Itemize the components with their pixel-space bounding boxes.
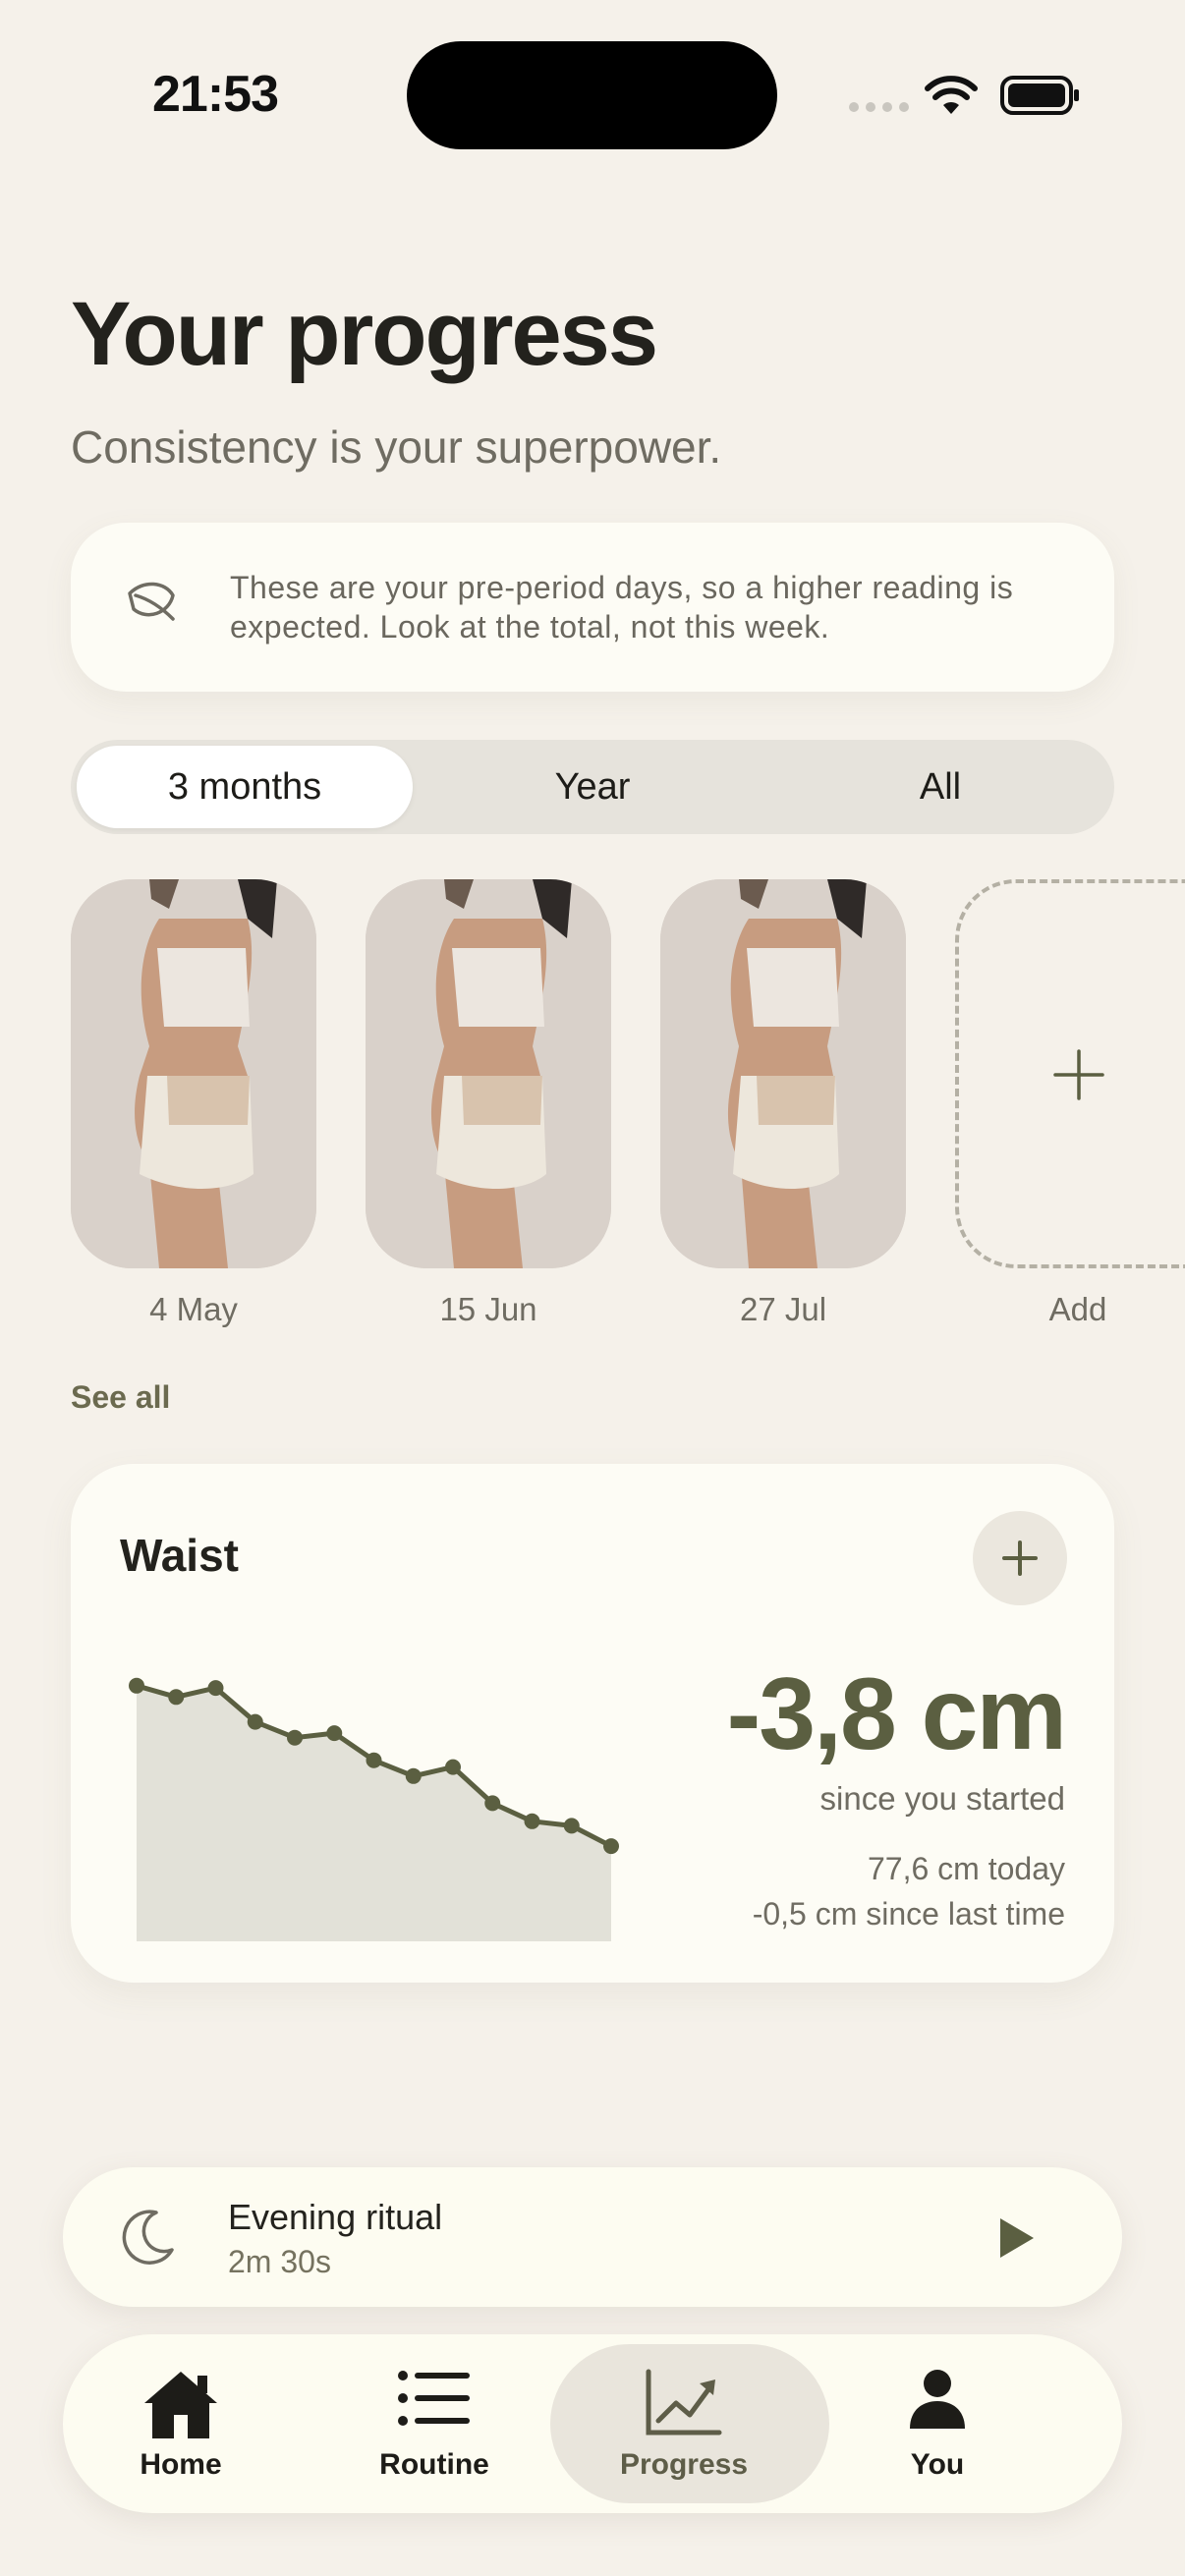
ritual-name: Evening ritual	[228, 2197, 443, 2237]
chart-point	[168, 1689, 185, 1706]
battery-icon	[1000, 76, 1079, 115]
photo-date: 27 Jul	[739, 1291, 827, 1327]
tab-home[interactable]: Home	[63, 2334, 299, 2513]
photo-date: 4 May	[149, 1291, 238, 1327]
waist-change-value: -3,8 cm	[726, 1657, 1067, 1771]
leaf-icon	[128, 582, 175, 621]
wifi-icon	[925, 76, 978, 114]
play-icon[interactable]	[992, 2214, 1040, 2262]
list-icon	[398, 2371, 470, 2426]
tab-progress[interactable]: Progress	[550, 2334, 829, 2513]
evening-ritual-player[interactable]: Evening ritual 2m 30s	[63, 2167, 1122, 2307]
waist-since-last: -0,5 cm since last time	[752, 1896, 1065, 1932]
chart-point	[207, 1680, 224, 1697]
page-title: Your progress	[71, 284, 658, 384]
plus-icon	[1002, 1540, 1038, 1576]
tab-label: Progress	[619, 2448, 749, 2481]
plus-icon	[1053, 1049, 1104, 1100]
waist-chart	[129, 1677, 619, 1941]
chart-point	[484, 1795, 501, 1812]
moon-icon	[122, 2210, 174, 2265]
chart-point	[524, 1813, 540, 1829]
waist-card: Waist -3,8 cm since you started 77,6 cm …	[71, 1464, 1114, 1983]
tab-label: Home	[140, 2448, 222, 2481]
tab-routine[interactable]: Routine	[316, 2334, 552, 2513]
chart-point	[129, 1677, 144, 1694]
note-text: These are your pre-period days, so a hig…	[230, 570, 1014, 644]
waist-change-caption: since you started	[819, 1780, 1065, 1817]
chart-point	[563, 1818, 580, 1834]
add-photo-label: Add	[1048, 1291, 1107, 1327]
ritual-duration: 2m 30s	[228, 2244, 331, 2279]
progress-photo[interactable]	[71, 879, 316, 1268]
page-subtitle: Consistency is your superpower.	[71, 421, 722, 473]
chart-area	[137, 1685, 611, 1941]
chart-point	[366, 1752, 382, 1768]
body-photo-image	[366, 879, 611, 1268]
chart-point	[326, 1725, 343, 1742]
progress-photo[interactable]	[660, 879, 906, 1268]
photo-date: 15 Jun	[439, 1291, 537, 1327]
person-icon	[910, 2370, 965, 2429]
waist-card-title: Waist	[120, 1530, 239, 1581]
waist-today: 77,6 cm today	[868, 1851, 1065, 1886]
tab-bar: Home Routine Progress You	[63, 2334, 1122, 2513]
chart-point	[287, 1729, 303, 1746]
status-time: 21:53	[152, 66, 279, 123]
dynamic-island	[407, 41, 777, 149]
range-year[interactable]: Year	[424, 746, 761, 828]
body-photo-image	[71, 879, 316, 1268]
chart-point	[445, 1759, 461, 1775]
range-3-months[interactable]: 3 months	[77, 746, 413, 828]
tab-you[interactable]: You	[819, 2334, 1055, 2513]
chart-point	[247, 1713, 263, 1730]
range-selector: 3 months Year All	[71, 740, 1114, 834]
chart-point	[405, 1767, 422, 1784]
body-photo-image	[660, 879, 906, 1268]
range-all[interactable]: All	[772, 746, 1108, 828]
progress-photo[interactable]	[366, 879, 611, 1268]
chart-point	[603, 1838, 619, 1855]
home-icon	[144, 2372, 217, 2438]
add-measurement-button[interactable]	[973, 1511, 1067, 1605]
signal-dots-icon	[849, 102, 909, 112]
see-all-link[interactable]: See all	[71, 1379, 170, 1416]
tab-label: You	[910, 2448, 965, 2481]
tab-label: Routine	[379, 2448, 489, 2481]
chart-icon	[646, 2369, 722, 2436]
pre-period-note: These are your pre-period days, so a hig…	[71, 523, 1114, 692]
